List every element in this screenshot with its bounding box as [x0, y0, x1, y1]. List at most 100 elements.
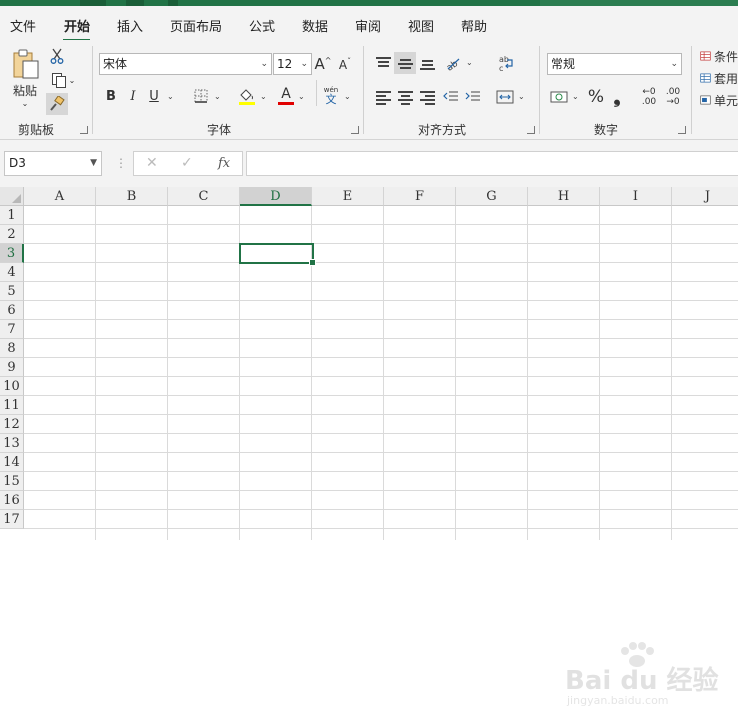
insert-function-button[interactable]: fx: [218, 156, 230, 171]
formula-bar-grip-icon[interactable]: ⋮: [115, 156, 127, 170]
align-middle-icon: [397, 56, 413, 70]
percent-style-button[interactable]: %: [585, 85, 607, 109]
borders-button[interactable]: [190, 86, 212, 106]
cancel-icon[interactable]: ✕: [146, 155, 158, 171]
row-header-1[interactable]: 1: [0, 206, 24, 225]
column-header-c[interactable]: C: [168, 187, 240, 206]
row-header-14[interactable]: 14: [0, 453, 24, 472]
increase-font-size-button[interactable]: A^: [314, 54, 332, 74]
row-header-8[interactable]: 8: [0, 339, 24, 358]
italic-button[interactable]: I: [124, 86, 142, 106]
column-header-h[interactable]: H: [528, 187, 600, 206]
decrease-indent-button[interactable]: [441, 86, 461, 108]
comma-style-button[interactable]: ❟: [608, 85, 626, 109]
increase-decimal-button[interactable]: ←0 .00: [638, 84, 660, 110]
accounting-icon: [550, 91, 568, 103]
row-gridline: [24, 414, 738, 415]
column-header-j[interactable]: J: [672, 187, 738, 206]
active-cell-d3[interactable]: [239, 243, 316, 266]
row-header-6[interactable]: 6: [0, 301, 24, 320]
tab-page-layout[interactable]: 页面布局: [170, 16, 222, 35]
tab-view[interactable]: 视图: [408, 16, 434, 35]
row-header-9[interactable]: 9: [0, 358, 24, 377]
column-header-f[interactable]: F: [384, 187, 456, 206]
column-header-a[interactable]: A: [24, 187, 96, 206]
cut-button[interactable]: [48, 47, 66, 65]
row-header-11[interactable]: 11: [0, 396, 24, 415]
font-color-swatch: [278, 102, 294, 105]
ribbon: 粘贴 ⌄ ⌄ 剪贴板 宋体 ⌄ 12 ⌄ A^ Aˇ B I U ⌄ ⌄ ⌄ A…: [0, 40, 738, 140]
row-header-16[interactable]: 16: [0, 491, 24, 510]
paste-label: 粘贴: [12, 84, 37, 98]
row-header-2[interactable]: 2: [0, 225, 24, 244]
row-header-7[interactable]: 7: [0, 320, 24, 339]
group-separator: [316, 80, 317, 106]
align-right-button[interactable]: [417, 86, 437, 108]
number-format-select[interactable]: 常规 ⌄: [547, 53, 682, 75]
format-painter-button[interactable]: [46, 93, 68, 115]
cell-styles-button[interactable]: 单元: [700, 91, 738, 109]
row-header-12[interactable]: 12: [0, 415, 24, 434]
phonetic-bottom-text: 文: [325, 93, 337, 106]
orientation-button[interactable]: ab: [442, 52, 464, 74]
align-center-button[interactable]: [395, 86, 415, 108]
tab-help[interactable]: 帮助: [461, 16, 487, 35]
tab-home[interactable]: 开始: [64, 16, 90, 35]
tab-insert[interactable]: 插入: [117, 16, 143, 35]
bottom-align-button[interactable]: [417, 52, 437, 74]
conditional-formatting-icon: [700, 51, 711, 61]
paste-button[interactable]: 粘贴 ⌄: [8, 46, 42, 110]
column-header-e[interactable]: E: [312, 187, 384, 206]
row-header-3[interactable]: 3: [0, 244, 24, 263]
row-header-4[interactable]: 4: [0, 263, 24, 282]
fill-color-button[interactable]: [236, 84, 258, 108]
align-right-icon: [419, 90, 435, 105]
alignment-launcher-icon[interactable]: [527, 126, 535, 134]
chevron-down-icon: ⌄: [298, 92, 305, 101]
font-group-label: 字体: [207, 123, 232, 137]
worksheet-grid[interactable]: ABCDEFGHIJ 1 2 3 4 5 6 7 8 9 10 11 12 13 14 15 16 17 Bai…: [0, 187, 738, 707]
copy-button[interactable]: ⌄: [48, 70, 78, 90]
font-launcher-icon[interactable]: [351, 126, 359, 134]
decrease-decimal-bottom: →0: [666, 97, 680, 107]
column-header-i[interactable]: I: [600, 187, 672, 206]
font-color-button[interactable]: A: [276, 84, 296, 108]
number-launcher-icon[interactable]: [678, 126, 686, 134]
align-left-button[interactable]: [373, 86, 393, 108]
tab-review[interactable]: 审阅: [355, 16, 381, 35]
top-align-button[interactable]: [373, 52, 393, 74]
merge-center-button[interactable]: [494, 86, 516, 108]
formula-input[interactable]: [246, 151, 738, 176]
phonetic-guide-button[interactable]: wén 文: [320, 84, 342, 108]
tab-data[interactable]: 数据: [302, 16, 328, 35]
increase-indent-button[interactable]: [463, 86, 483, 108]
enter-icon[interactable]: ✓: [181, 155, 193, 171]
wrap-text-button[interactable]: ab c: [495, 52, 517, 74]
name-box[interactable]: D3 ▼: [4, 151, 102, 176]
clipboard-launcher-icon[interactable]: [80, 126, 88, 134]
font-size-select[interactable]: 12 ⌄: [273, 53, 312, 75]
bold-button[interactable]: B: [102, 86, 120, 106]
column-header-d[interactable]: D: [240, 187, 312, 206]
middle-align-button[interactable]: [394, 52, 416, 74]
tab-formulas[interactable]: 公式: [249, 16, 275, 35]
font-name-select[interactable]: 宋体 ⌄: [99, 53, 272, 75]
tab-file[interactable]: 文件: [10, 16, 36, 35]
decrease-decimal-button[interactable]: .00 →0: [662, 84, 684, 110]
decrease-font-size-button[interactable]: Aˇ: [336, 54, 354, 74]
paste-icon: [13, 49, 39, 79]
row-header-5[interactable]: 5: [0, 282, 24, 301]
cell-styles-icon: [700, 95, 711, 105]
accounting-format-button[interactable]: [548, 86, 570, 108]
column-header-b[interactable]: B: [96, 187, 168, 206]
column-header-g[interactable]: G: [456, 187, 528, 206]
conditional-formatting-button[interactable]: 条件: [700, 47, 738, 65]
row-header-15[interactable]: 15: [0, 472, 24, 491]
row-header-13[interactable]: 13: [0, 434, 24, 453]
chevron-down-icon: ⌄: [466, 58, 473, 67]
underline-button[interactable]: U: [145, 86, 163, 106]
row-header-17[interactable]: 17: [0, 510, 24, 529]
format-as-table-button[interactable]: 套用: [700, 69, 738, 87]
row-header-10[interactable]: 10: [0, 377, 24, 396]
select-all-button[interactable]: [0, 187, 24, 206]
